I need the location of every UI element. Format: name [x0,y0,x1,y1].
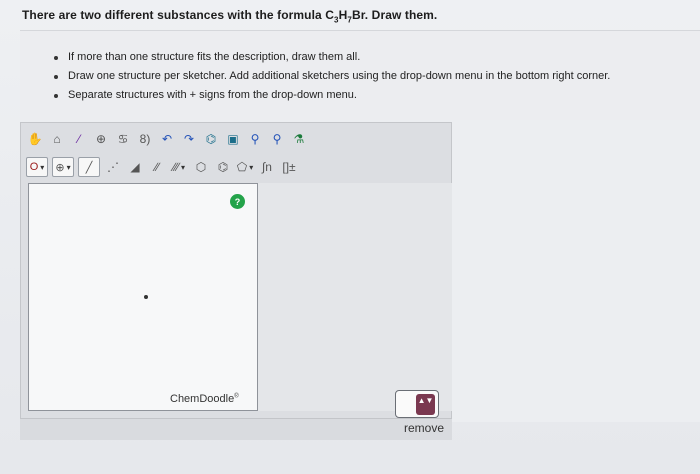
toolbar-glyph: ♋ [117,132,129,146]
double-bond-icon[interactable]: ∕∕ [148,157,166,177]
toolbar-glyph: ⚲ [272,132,282,146]
right-blank-area [452,122,700,422]
eraser-icon[interactable]: ⁄ [70,129,88,149]
toolbar-glyph: ◢ [130,160,140,174]
instruction-item: Draw one structure per sketcher. Add add… [48,67,610,86]
toolbar-glyph: ∕∕ [154,160,159,174]
toolbar-glyph: ⬡ [195,160,207,174]
wedge-bond-icon[interactable]: ◢ [126,157,144,177]
toolbar-glyph: ⌂ [53,132,61,146]
toolbar-glyph: ∫n [262,160,272,174]
toolbar-glyph: ⁄ [77,132,80,146]
toolbar-glyph: ⌬ [217,160,229,174]
save-icon[interactable]: ▣ [224,129,242,149]
toolbar-glyph: ⌬ [205,132,217,146]
remove-button[interactable]: remove [404,421,444,435]
element-dropdown[interactable]: O ▾ [26,157,48,177]
triple-bond-icon[interactable]: ∕∕∕ ▾ [170,157,188,177]
caret-down-icon: ▾ [66,162,71,172]
toolbar-glyph: ↷ [183,132,195,146]
redo-icon[interactable]: ↷ [180,129,198,149]
sketcher-canvas[interactable] [28,183,258,411]
toolbar-glyph: ⊕ [55,161,65,174]
caret-down-icon: ▾ [249,162,254,172]
pentagon-ring-icon[interactable]: ⬠ ▾ [236,157,254,177]
clean-icon[interactable]: ⚗ [290,129,308,149]
template-icon[interactable]: ⌬ [202,129,220,149]
caret-down-icon: ▾ [40,162,45,172]
chemdoodle-watermark: ChemDoodle® [170,393,239,405]
single-bond-icon[interactable]: ╱ [78,157,100,177]
toolbar-glyph: ∕∕∕ [172,160,179,174]
toolbar-glyph: ▣ [227,132,239,146]
chain-icon[interactable]: ∫n [258,157,276,177]
sketcher-side-panel [258,183,452,411]
toolbar-glyph: ⚲ [250,132,260,146]
instructions-list: If more than one structure fits the desc… [48,48,610,105]
center-icon[interactable]: ⊕ [92,129,110,149]
caret-down-icon: ▾ [181,162,186,172]
instruction-item: Separate structures with + signs from th… [48,86,610,105]
toolbar-glyph: ↶ [161,132,173,146]
sketcher-dropdown[interactable]: ▲▼ [395,390,439,418]
toolbar-glyph: 8) [139,132,151,146]
hexagon-ring-icon[interactable]: ⬡ [192,157,210,177]
question-text: There are two different substances with … [22,8,438,25]
hand-icon[interactable]: ✋ [26,129,44,149]
help-button[interactable]: ? [230,194,245,209]
undo-icon[interactable]: ↶ [158,129,176,149]
lasso-icon[interactable]: ⌂ [48,129,66,149]
flip-icon[interactable]: 8) [136,129,154,149]
zoom-in-icon[interactable]: ⚲ [246,129,264,149]
sketcher-bottom-bar [20,418,452,440]
toolbar-glyph: O [29,161,39,173]
sketcher-toolbar-top: ✋ ⌂ ⁄ ⊕ ♋ 8) ↶ ↷ ⌬ ▣ ⚲ ⚲ ⚗ [26,127,308,151]
toolbar-glyph: ⋰ [107,160,119,174]
toolbar-glyph: ╱ [85,161,93,174]
toolbar-glyph: []± [282,160,296,174]
toolbar-glyph: ⬠ [236,160,248,174]
sketcher-toolbar-bottom: O ▾ ⊕ ▾ ╱ ⋰ ◢ ∕∕ ∕∕∕ ▾ ⬡ ⌬ ⬠ ▾ ∫n []± [26,155,298,179]
zoom-out-icon[interactable]: ⚲ [268,129,286,149]
dashed-bond-icon[interactable]: ⋰ [104,157,122,177]
rotate-icon[interactable]: ♋ [114,129,132,149]
toolbar-glyph: ✋ [27,132,43,146]
toolbar-glyph: ⊕ [95,132,107,146]
benzene-ring-icon[interactable]: ⌬ [214,157,232,177]
instruction-item: If more than one structure fits the desc… [48,48,610,67]
bracket-icon[interactable]: []± [280,157,298,177]
charge-dropdown[interactable]: ⊕ ▾ [52,157,74,177]
toolbar-glyph: ⚗ [293,132,305,146]
dropdown-arrows-icon: ▲▼ [416,394,435,415]
canvas-dot [144,295,148,299]
